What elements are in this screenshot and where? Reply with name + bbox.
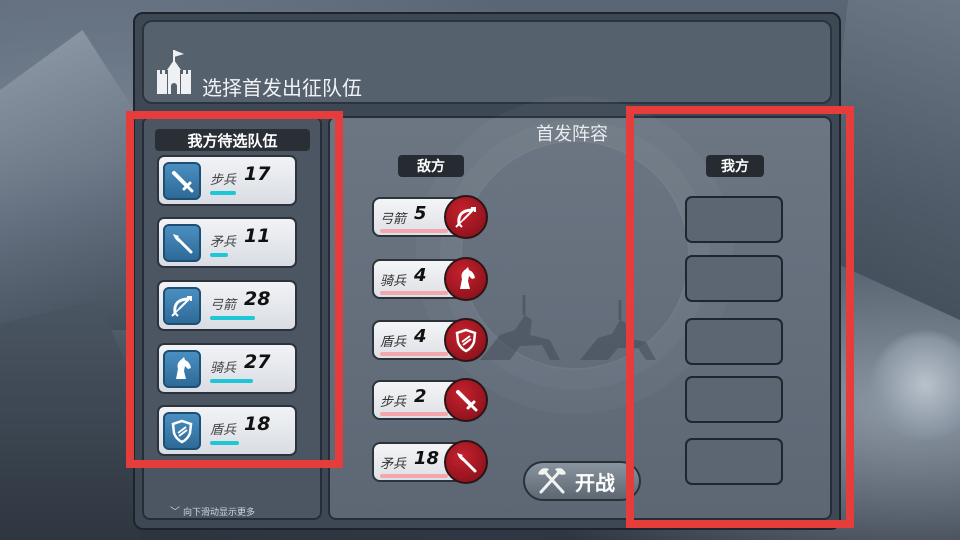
- enemy-unit-card: 骑兵 4: [372, 257, 490, 301]
- chevron-down-icon: ﹀: [170, 507, 180, 518]
- unit-count: 2: [414, 386, 427, 407]
- shield-icon: [444, 318, 488, 362]
- unit-bar: [380, 474, 448, 478]
- unit-name: 盾兵: [380, 335, 407, 350]
- enemy-unit-card: 弓箭 5: [372, 195, 490, 239]
- enemy-unit-card: 步兵 2: [372, 378, 490, 422]
- my-unit-card[interactable]: 弓箭 28: [157, 280, 297, 331]
- unit-name: 弓箭: [210, 298, 237, 313]
- ally-slot[interactable]: [685, 255, 783, 302]
- dialog-header: 选择首发出征队伍: [142, 20, 832, 104]
- horse-icon: [163, 350, 201, 388]
- my-unit-card[interactable]: 骑兵 27: [157, 343, 297, 394]
- bow-icon: [444, 195, 488, 239]
- cavalry-silhouette-decoration: [480, 295, 656, 360]
- horse-icon: [444, 257, 488, 301]
- shield-icon: [163, 412, 201, 450]
- start-battle-button[interactable]: 开战: [523, 461, 641, 501]
- spear-icon: [163, 224, 201, 262]
- unit-name: 矛兵: [380, 457, 407, 472]
- mountain-decoration: [0, 300, 140, 540]
- unit-name: 骑兵: [210, 361, 237, 376]
- unit-name: 弓箭: [380, 212, 407, 227]
- unit-count: 11: [244, 225, 271, 247]
- page-title: 选择首发出征队伍: [202, 76, 362, 100]
- mountain-decoration: [820, 0, 960, 320]
- unit-bar: [210, 316, 255, 320]
- my-unit-card[interactable]: 盾兵 18: [157, 405, 297, 456]
- unit-count: 18: [244, 413, 271, 435]
- unit-bar: [210, 253, 228, 257]
- cloud-decoration: [870, 330, 960, 440]
- crossed-axes-icon: [538, 468, 566, 494]
- unit-bar: [380, 352, 448, 356]
- unit-count: 5: [414, 203, 427, 224]
- unit-count: 18: [414, 448, 440, 469]
- unit-bar: [380, 412, 448, 416]
- unit-name: 步兵: [210, 173, 237, 188]
- unit-name: 盾兵: [210, 423, 237, 438]
- scroll-hint-label: 向下滑动显示更多: [183, 508, 256, 518]
- enemy-unit-card: 矛兵 18: [372, 440, 490, 484]
- ally-slot[interactable]: [685, 318, 783, 365]
- start-battle-label: 开战: [575, 470, 615, 495]
- my-unit-card[interactable]: 矛兵 11: [157, 217, 297, 268]
- bow-icon: [163, 287, 201, 325]
- castle-icon: [157, 50, 191, 94]
- scroll-hint: ﹀ 向下滑动显示更多: [170, 503, 255, 518]
- spear-icon: [444, 440, 488, 484]
- enemy-unit-card: 盾兵 4: [372, 318, 490, 362]
- ally-tag: 我方: [706, 155, 764, 177]
- unit-name: 步兵: [380, 395, 407, 410]
- unit-bar: [210, 441, 239, 445]
- unit-bar: [380, 229, 448, 233]
- unit-bar: [210, 379, 253, 383]
- unit-bar: [380, 291, 448, 295]
- ally-slot[interactable]: [685, 376, 783, 423]
- ally-slot[interactable]: [685, 438, 783, 485]
- unit-name: 骑兵: [380, 274, 407, 289]
- unit-bar: [210, 191, 236, 195]
- unit-count: 17: [244, 163, 271, 185]
- sword-icon: [444, 378, 488, 422]
- unit-name: 矛兵: [210, 235, 237, 250]
- mountain-decoration: [0, 30, 150, 330]
- my-unit-card[interactable]: 步兵 17: [157, 155, 297, 206]
- my-reserve-tab: 我方待选队伍: [155, 129, 310, 151]
- unit-count: 4: [414, 326, 427, 347]
- lineup-title: 首发阵容: [536, 124, 608, 145]
- ally-slot[interactable]: [685, 196, 783, 243]
- enemy-tag: 敌方: [398, 155, 464, 177]
- unit-count: 4: [414, 265, 427, 286]
- unit-count: 28: [244, 288, 271, 310]
- unit-count: 27: [244, 351, 271, 373]
- sword-icon: [163, 162, 201, 200]
